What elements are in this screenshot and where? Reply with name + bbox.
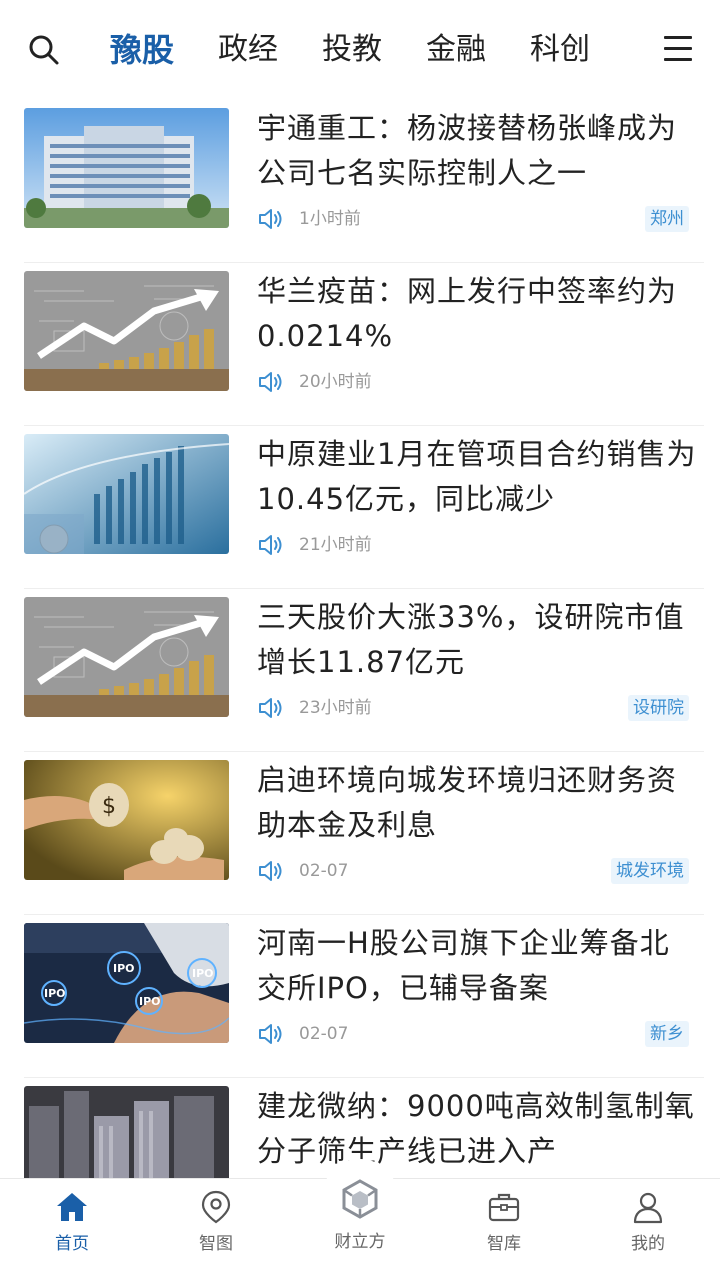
- news-item[interactable]: 三天股价大涨33%，设研院市值增长11.87亿元 23小时前 设研院: [24, 589, 704, 752]
- news-time: 1小时前: [299, 209, 361, 229]
- news-thumbnail: [24, 108, 229, 228]
- news-thumbnail: [24, 434, 229, 554]
- news-tag[interactable]: 设研院: [628, 695, 689, 721]
- news-item[interactable]: 中原建业1月在管项目合约销售为10.45亿元，同比减少 21小时前: [24, 426, 704, 589]
- speaker-icon[interactable]: [257, 858, 285, 884]
- news-time: 21小时前: [299, 535, 372, 555]
- nav-zhiku-label: 智库: [487, 1234, 521, 1254]
- speaker-icon[interactable]: [257, 206, 285, 232]
- news-tag[interactable]: 郑州: [645, 206, 689, 232]
- cube-logo-icon: [342, 1179, 378, 1219]
- tab-kechuang[interactable]: 科创: [530, 22, 590, 78]
- nav-zhitu-label: 智图: [199, 1234, 233, 1254]
- speaker-icon[interactable]: [257, 369, 285, 395]
- svg-text:IPO: IPO: [113, 962, 135, 975]
- map-pin-icon: [201, 1190, 231, 1224]
- briefcase-icon: [488, 1193, 520, 1222]
- news-time: 23小时前: [299, 698, 372, 718]
- news-item[interactable]: 宇通重工：杨波接替杨张峰成为公司七名实际控制人之一 1小时前 郑州: [24, 100, 704, 263]
- news-item[interactable]: 华兰疫苗：网上发行中签率约为0.0214% 20小时前: [24, 263, 704, 426]
- news-title: 建龙微纳：9000吨高效制氢制氧分子筛生产线已进入产: [257, 1089, 695, 1168]
- tab-yugu[interactable]: 豫股: [110, 22, 174, 78]
- news-thumbnail: [24, 597, 229, 717]
- news-meta: 21小时前: [257, 530, 697, 560]
- news-item[interactable]: $ 启迪环境向城发环境归还财务资助本金及利息 02-07 城发环境: [24, 752, 704, 915]
- speaker-icon[interactable]: [257, 532, 285, 558]
- menu-icon[interactable]: [664, 36, 692, 62]
- search-icon[interactable]: [24, 30, 64, 70]
- svg-text:IPO: IPO: [44, 987, 66, 1000]
- news-title: 启迪环境向城发环境归还财务资助本金及利息: [257, 763, 678, 842]
- nav-home-label: 首页: [55, 1234, 89, 1254]
- news-time: 20小时前: [299, 372, 372, 392]
- news-title: 华兰疫苗：网上发行中签率约为0.0214%: [257, 274, 678, 353]
- news-meta: 02-07 城发环境: [257, 856, 697, 886]
- news-title: 宇通重工：杨波接替杨张峰成为公司七名实际控制人之一: [257, 111, 678, 190]
- news-meta: 02-07 新乡: [257, 1019, 697, 1049]
- nav-cailifang[interactable]: 财立方: [288, 1159, 432, 1280]
- nav-profile-label: 我的: [631, 1234, 665, 1254]
- news-time: 02-07: [299, 861, 349, 881]
- news-thumbnail: [24, 271, 229, 391]
- tab-jinrong[interactable]: 金融: [426, 22, 486, 78]
- news-title: 三天股价大涨33%，设研院市值增长11.87亿元: [257, 600, 685, 679]
- nav-cailifang-label: 财立方: [334, 1232, 386, 1252]
- category-tabs: 豫股 政经 投教 金融 科创: [110, 22, 650, 78]
- news-thumbnail: $: [24, 760, 229, 880]
- news-item[interactable]: IPO IPO IPO IPO 河南一H股公司旗下企业筹备北交所IPO，已辅导备案 0…: [24, 915, 704, 1078]
- bottom-nav: 首页 智图 财立方 智库 我的: [0, 1159, 720, 1280]
- news-tag[interactable]: 城发环境: [611, 858, 689, 884]
- svg-text:$: $: [102, 794, 116, 819]
- nav-zhiku[interactable]: 智库: [432, 1179, 576, 1280]
- user-icon: [633, 1192, 663, 1224]
- news-tag[interactable]: 新乡: [645, 1021, 689, 1047]
- news-list: 宇通重工：杨波接替杨张峰成为公司七名实际控制人之一 1小时前 郑州 华兰疫苗：网…: [0, 100, 720, 1178]
- speaker-icon[interactable]: [257, 695, 285, 721]
- top-tab-bar: 豫股 政经 投教 金融 科创: [0, 0, 720, 100]
- speaker-icon[interactable]: [257, 1021, 285, 1047]
- news-meta: 1小时前 郑州: [257, 204, 697, 234]
- svg-text:IPO: IPO: [139, 995, 161, 1008]
- news-title: 河南一H股公司旗下企业筹备北交所IPO，已辅导备案: [257, 926, 670, 1005]
- svg-text:IPO: IPO: [192, 967, 214, 980]
- news-title: 中原建业1月在管项目合约销售为10.45亿元，同比减少: [257, 437, 697, 516]
- news-thumbnail: IPO IPO IPO IPO: [24, 923, 229, 1043]
- nav-home[interactable]: 首页: [0, 1179, 144, 1280]
- nav-zhitu[interactable]: 智图: [144, 1179, 288, 1280]
- home-icon: [57, 1193, 87, 1221]
- news-meta: 23小时前 设研院: [257, 693, 697, 723]
- nav-profile[interactable]: 我的: [576, 1179, 720, 1280]
- news-thumbnail: [24, 1086, 229, 1178]
- tab-zhengjing[interactable]: 政经: [218, 22, 278, 78]
- tab-toujiao[interactable]: 投教: [322, 22, 382, 78]
- news-meta: 20小时前: [257, 367, 697, 397]
- news-time: 02-07: [299, 1024, 349, 1044]
